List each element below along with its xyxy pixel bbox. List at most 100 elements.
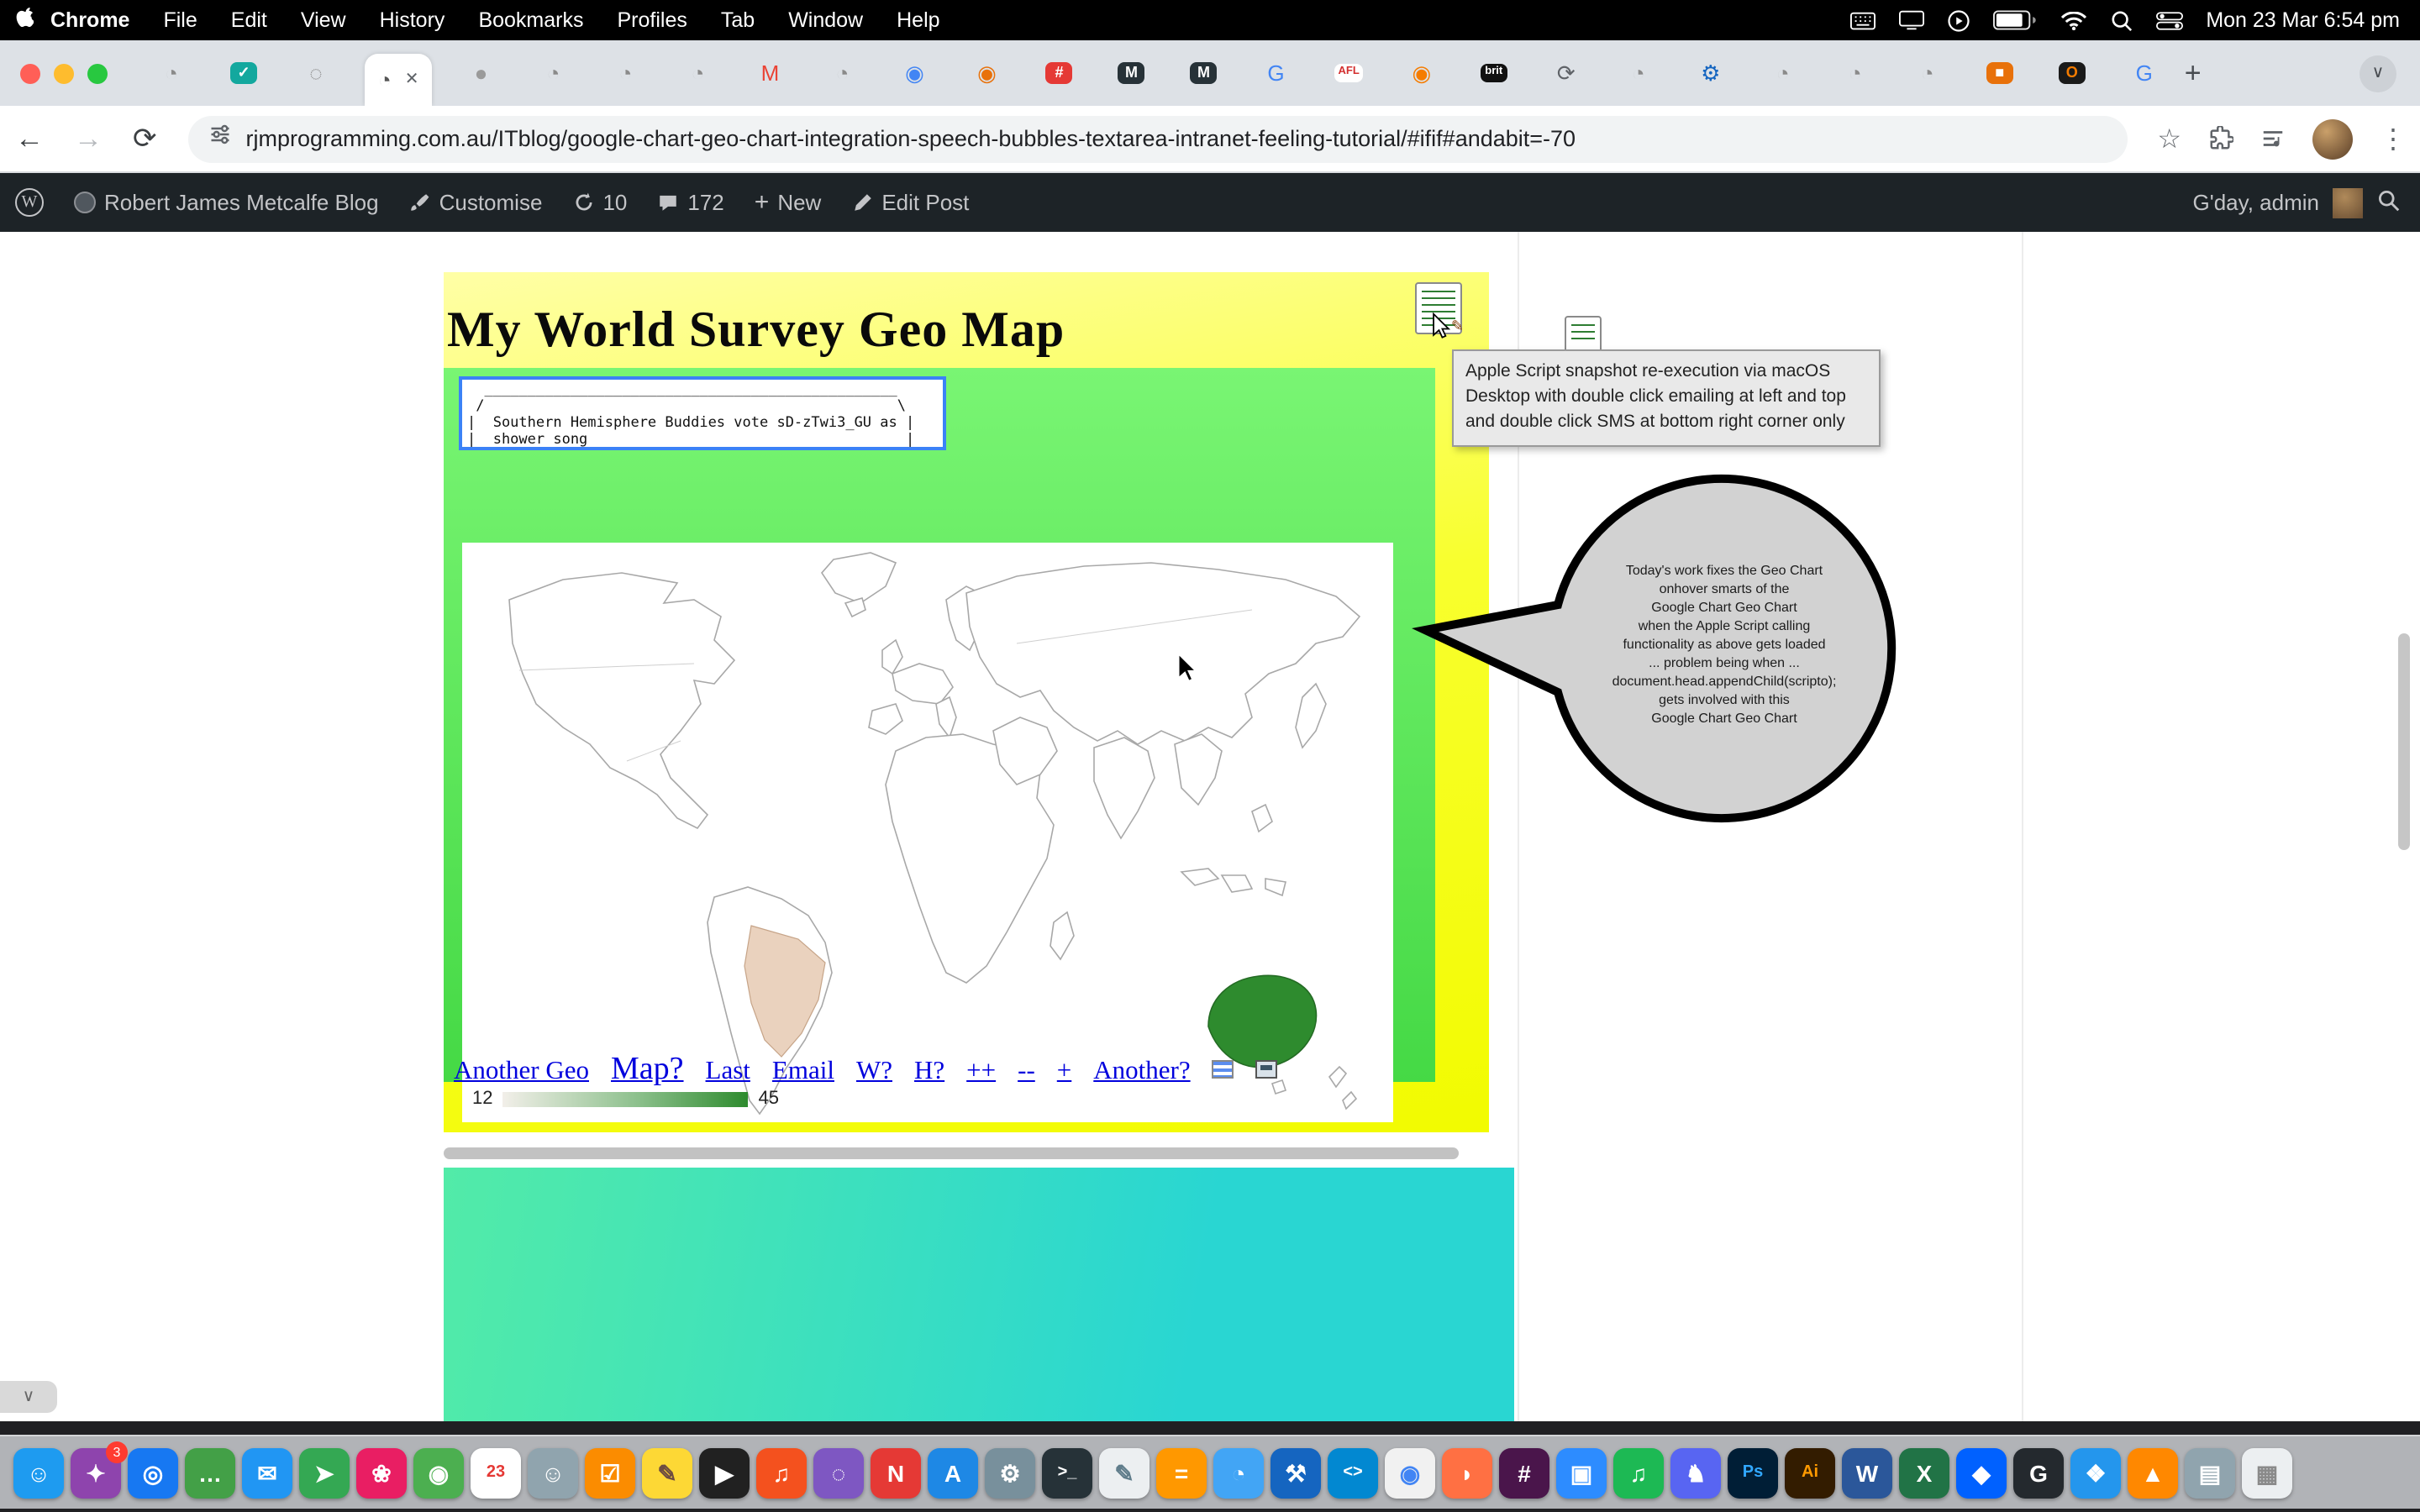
link-email[interactable]: Email	[772, 1057, 834, 1087]
battery-icon[interactable]	[1992, 10, 2036, 30]
menu-item-window[interactable]: Window	[788, 8, 863, 32]
dock-podcasts[interactable]: ◌	[813, 1447, 864, 1498]
dock-calendar[interactable]: 23	[471, 1447, 521, 1498]
dock-code-editor[interactable]: <>	[1328, 1447, 1378, 1498]
link-map[interactable]: Map?	[611, 1052, 684, 1089]
collapse-widget[interactable]: ∨	[0, 1381, 57, 1413]
dock-vlc[interactable]: ▲	[2128, 1447, 2178, 1498]
link-w[interactable]: W?	[856, 1057, 892, 1087]
region-greenland[interactable]	[822, 553, 896, 603]
updates-menu[interactable]: 10	[557, 173, 642, 232]
customise-menu[interactable]: Customise	[394, 173, 558, 232]
region-new-zealand-south[interactable]	[1343, 1092, 1356, 1109]
site-settings-icon[interactable]	[209, 123, 233, 155]
dock-calculator[interactable]: =	[1156, 1447, 1207, 1498]
dock-reminders[interactable]: ☑	[585, 1447, 635, 1498]
new-tab-button[interactable]: +	[2185, 56, 2202, 90]
region-new-zealand-north[interactable]	[1329, 1067, 1346, 1087]
link-h[interactable]: H?	[914, 1057, 944, 1087]
pinned-tab-17[interactable]: ◉	[1408, 62, 1435, 84]
pinned-tab-9[interactable]: ◔	[829, 62, 856, 84]
zoom-window-button[interactable]	[87, 63, 108, 83]
menu-item-view[interactable]: View	[301, 8, 346, 32]
dock-tv[interactable]: ▶	[699, 1447, 750, 1498]
active-tab[interactable]: ◔✕	[365, 54, 433, 106]
dock-settings[interactable]: ⚙	[985, 1447, 1035, 1498]
dock-safari[interactable]: ◎	[128, 1447, 178, 1498]
tab-close-button[interactable]: ✕	[405, 71, 419, 89]
profile-avatar[interactable]	[2312, 118, 2353, 159]
pinned-tab-26[interactable]: O	[2059, 62, 2086, 84]
minimize-window-button[interactable]	[54, 63, 74, 83]
region-italy[interactable]	[936, 697, 956, 738]
pinned-tab-21[interactable]: ⚙	[1697, 62, 1724, 84]
edit-post-menu[interactable]: Edit Post	[836, 173, 984, 232]
url-text[interactable]: rjmprogramming.com.au/ITblog/google-char…	[246, 126, 1576, 151]
wp-logo-menu[interactable]: W	[0, 173, 59, 232]
applescript-note-icon-2[interactable]	[1565, 316, 1602, 353]
admin-avatar[interactable]	[2333, 187, 2363, 218]
dock-github[interactable]: G	[2013, 1447, 2064, 1498]
bookmark-star-icon[interactable]: ☆	[2157, 122, 2181, 155]
region-iberia[interactable]	[869, 704, 902, 734]
pinned-tab-23[interactable]: ◔	[1842, 62, 1869, 84]
dock-music[interactable]: ♫	[756, 1447, 807, 1498]
dock-zoom[interactable]: ▣	[1556, 1447, 1607, 1498]
menu-item-edit[interactable]: Edit	[231, 8, 267, 32]
omnibox[interactable]: rjmprogramming.com.au/ITblog/google-char…	[189, 115, 2128, 162]
link-another-geo[interactable]: Another Geo	[454, 1057, 589, 1087]
extensions-icon[interactable]	[2208, 126, 2233, 151]
reload-button[interactable]: ⟳	[133, 122, 157, 155]
dock-textedit[interactable]: ✎	[1099, 1447, 1150, 1498]
dock-discord[interactable]: ♞	[1670, 1447, 1721, 1498]
vertical-scrollbar[interactable]	[2398, 633, 2410, 850]
region-europe[interactable]	[892, 664, 953, 704]
dock-messages[interactable]: …	[185, 1447, 235, 1498]
pinned-tab-1[interactable]: ✓	[230, 62, 257, 84]
pinned-tab-15[interactable]: G	[1263, 62, 1290, 84]
control-center-icon[interactable]	[2155, 11, 2182, 29]
region-indonesia-3[interactable]	[1265, 879, 1286, 895]
menu-app-name[interactable]: Chrome	[50, 8, 129, 32]
dock-firefox[interactable]: ◗	[1442, 1447, 1492, 1498]
region-indonesia-2[interactable]	[1222, 875, 1252, 892]
greeting-label[interactable]: G'day, admin	[2193, 190, 2319, 215]
dock-word[interactable]: W	[1842, 1447, 1892, 1498]
dock-photoshop[interactable]: Ps	[1728, 1447, 1778, 1498]
pinned-tab-7[interactable]: ◔	[685, 62, 712, 84]
spotlight-icon[interactable]	[2110, 9, 2132, 31]
dock-excel[interactable]: X	[1899, 1447, 1949, 1498]
region-indonesia-1[interactable]	[1181, 869, 1218, 885]
link-another[interactable]: Another?	[1093, 1057, 1190, 1087]
computer-icon[interactable]	[1256, 1060, 1278, 1079]
dock-illustrator[interactable]: Ai	[1785, 1447, 1835, 1498]
pinned-tab-24[interactable]: ◔	[1914, 62, 1941, 84]
keyboard-icon[interactable]	[1849, 11, 1875, 29]
pinned-tab-10[interactable]: ◉	[902, 62, 929, 84]
site-name-menu[interactable]: Robert James Metcalfe Blog	[59, 173, 394, 232]
pinned-tab-4[interactable]: ●	[468, 62, 495, 84]
menu-item-file[interactable]: File	[163, 8, 197, 32]
comments-menu[interactable]: 172	[642, 173, 739, 232]
dock-docker[interactable]: ❖	[2070, 1447, 2121, 1498]
forward-button[interactable]: →	[74, 122, 103, 155]
dock-mail[interactable]: ✉	[242, 1447, 292, 1498]
menu-clock[interactable]: Mon 23 Mar 6:54 pm	[2206, 8, 2400, 32]
tab-search-button[interactable]: ∨	[2360, 55, 2396, 92]
dock-spotify[interactable]: ♫	[1613, 1447, 1664, 1498]
region-uk[interactable]	[882, 640, 902, 674]
link-[interactable]: ++	[966, 1057, 996, 1087]
display-icon[interactable]	[1898, 10, 1923, 30]
dock-files[interactable]: ▤	[2185, 1447, 2235, 1498]
dock-chrome[interactable]: ◉	[1385, 1447, 1435, 1498]
dock-maps[interactable]: ➤	[299, 1447, 350, 1498]
dock-news[interactable]: N	[871, 1447, 921, 1498]
region-north-america[interactable]	[509, 573, 734, 828]
dock-notes[interactable]: ✎	[642, 1447, 692, 1498]
pinned-tab-14[interactable]: M	[1191, 62, 1218, 84]
menu-item-profiles[interactable]: Profiles	[618, 8, 687, 32]
new-content-menu[interactable]: + New	[739, 173, 837, 232]
menu-item-tab[interactable]: Tab	[721, 8, 755, 32]
region-japan[interactable]	[1296, 684, 1326, 748]
play-icon[interactable]	[1947, 9, 1969, 31]
